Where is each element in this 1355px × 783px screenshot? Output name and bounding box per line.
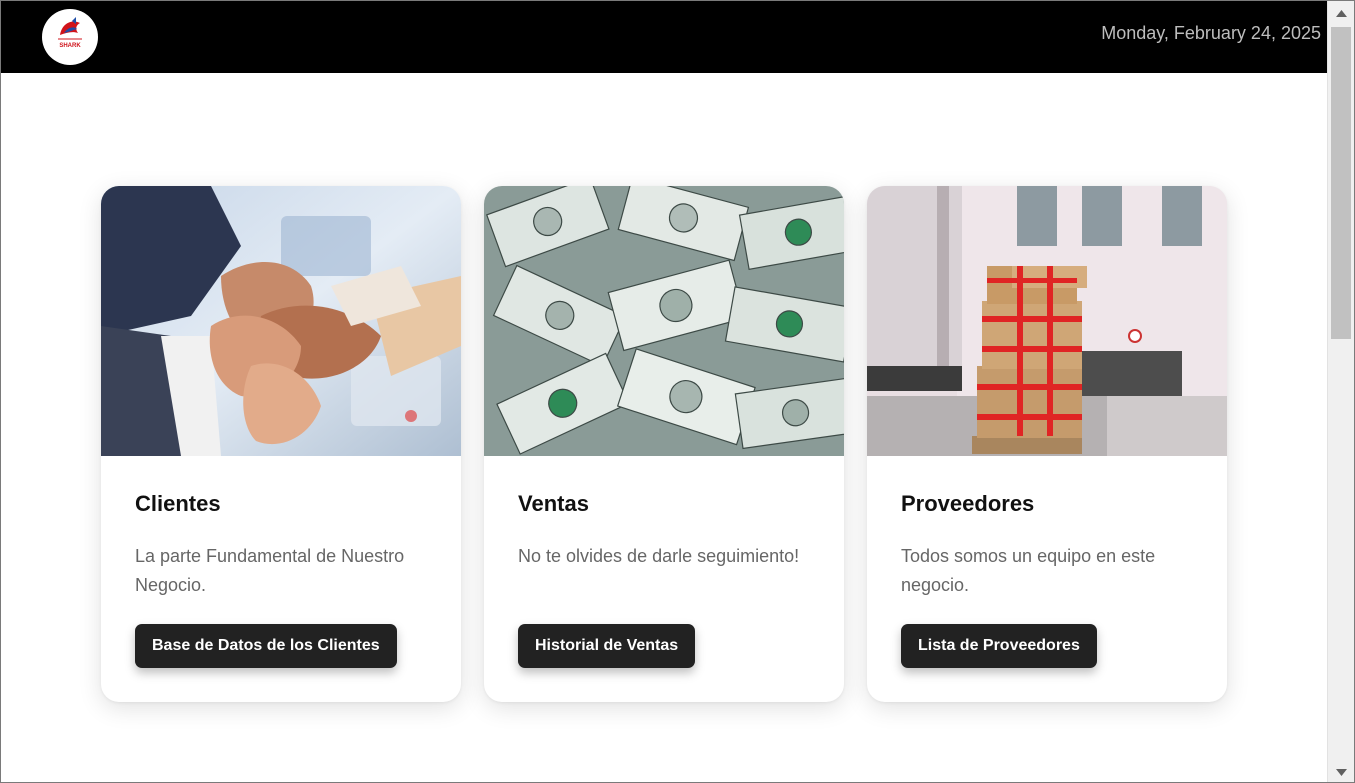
teamwork-hands-image [101, 186, 461, 456]
card-title: Clientes [135, 491, 221, 516]
browser-viewport: SHARK Monday, February 24, 2025 Clientes… [0, 0, 1355, 783]
scroll-up-arrow-icon[interactable] [1328, 1, 1354, 25]
scrollbar-thumb[interactable] [1331, 27, 1351, 339]
logo-text: SHARK [59, 43, 81, 49]
sales-history-button[interactable]: Historial de Ventas [518, 624, 696, 668]
card-clientes: Clientes La parte Fundamental de Nuestro… [101, 186, 461, 702]
card-description: Todos somos un equipo en este negocio. [901, 546, 1156, 595]
vertical-scrollbar[interactable] [1327, 1, 1354, 782]
card-description: La parte Fundamental de Nuestro Negocio. [135, 546, 405, 595]
suppliers-list-button[interactable]: Lista de Proveedores [901, 624, 1097, 668]
dollar-bills-image [484, 186, 844, 456]
card-grid: Clientes La parte Fundamental de Nuestro… [101, 186, 1227, 702]
card-ventas: Ventas No te olvides de darle seguimient… [484, 186, 844, 702]
brand-logo[interactable]: SHARK [42, 9, 98, 65]
shark-logo-icon [43, 10, 97, 64]
delivery-boxes-image [867, 186, 1227, 456]
card-title: Proveedores [901, 491, 1035, 516]
card-title: Ventas [518, 491, 589, 516]
clientes-database-button[interactable]: Base de Datos de los Clientes [135, 624, 397, 668]
card-description: No te olvides de darle seguimiento! [518, 546, 800, 566]
scroll-down-arrow-icon[interactable] [1328, 760, 1354, 782]
top-navbar: SHARK Monday, February 24, 2025 [1, 1, 1327, 73]
current-date: Monday, February 24, 2025 [1101, 23, 1321, 43]
card-proveedores: Proveedores Todos somos un equipo en est… [867, 186, 1227, 702]
